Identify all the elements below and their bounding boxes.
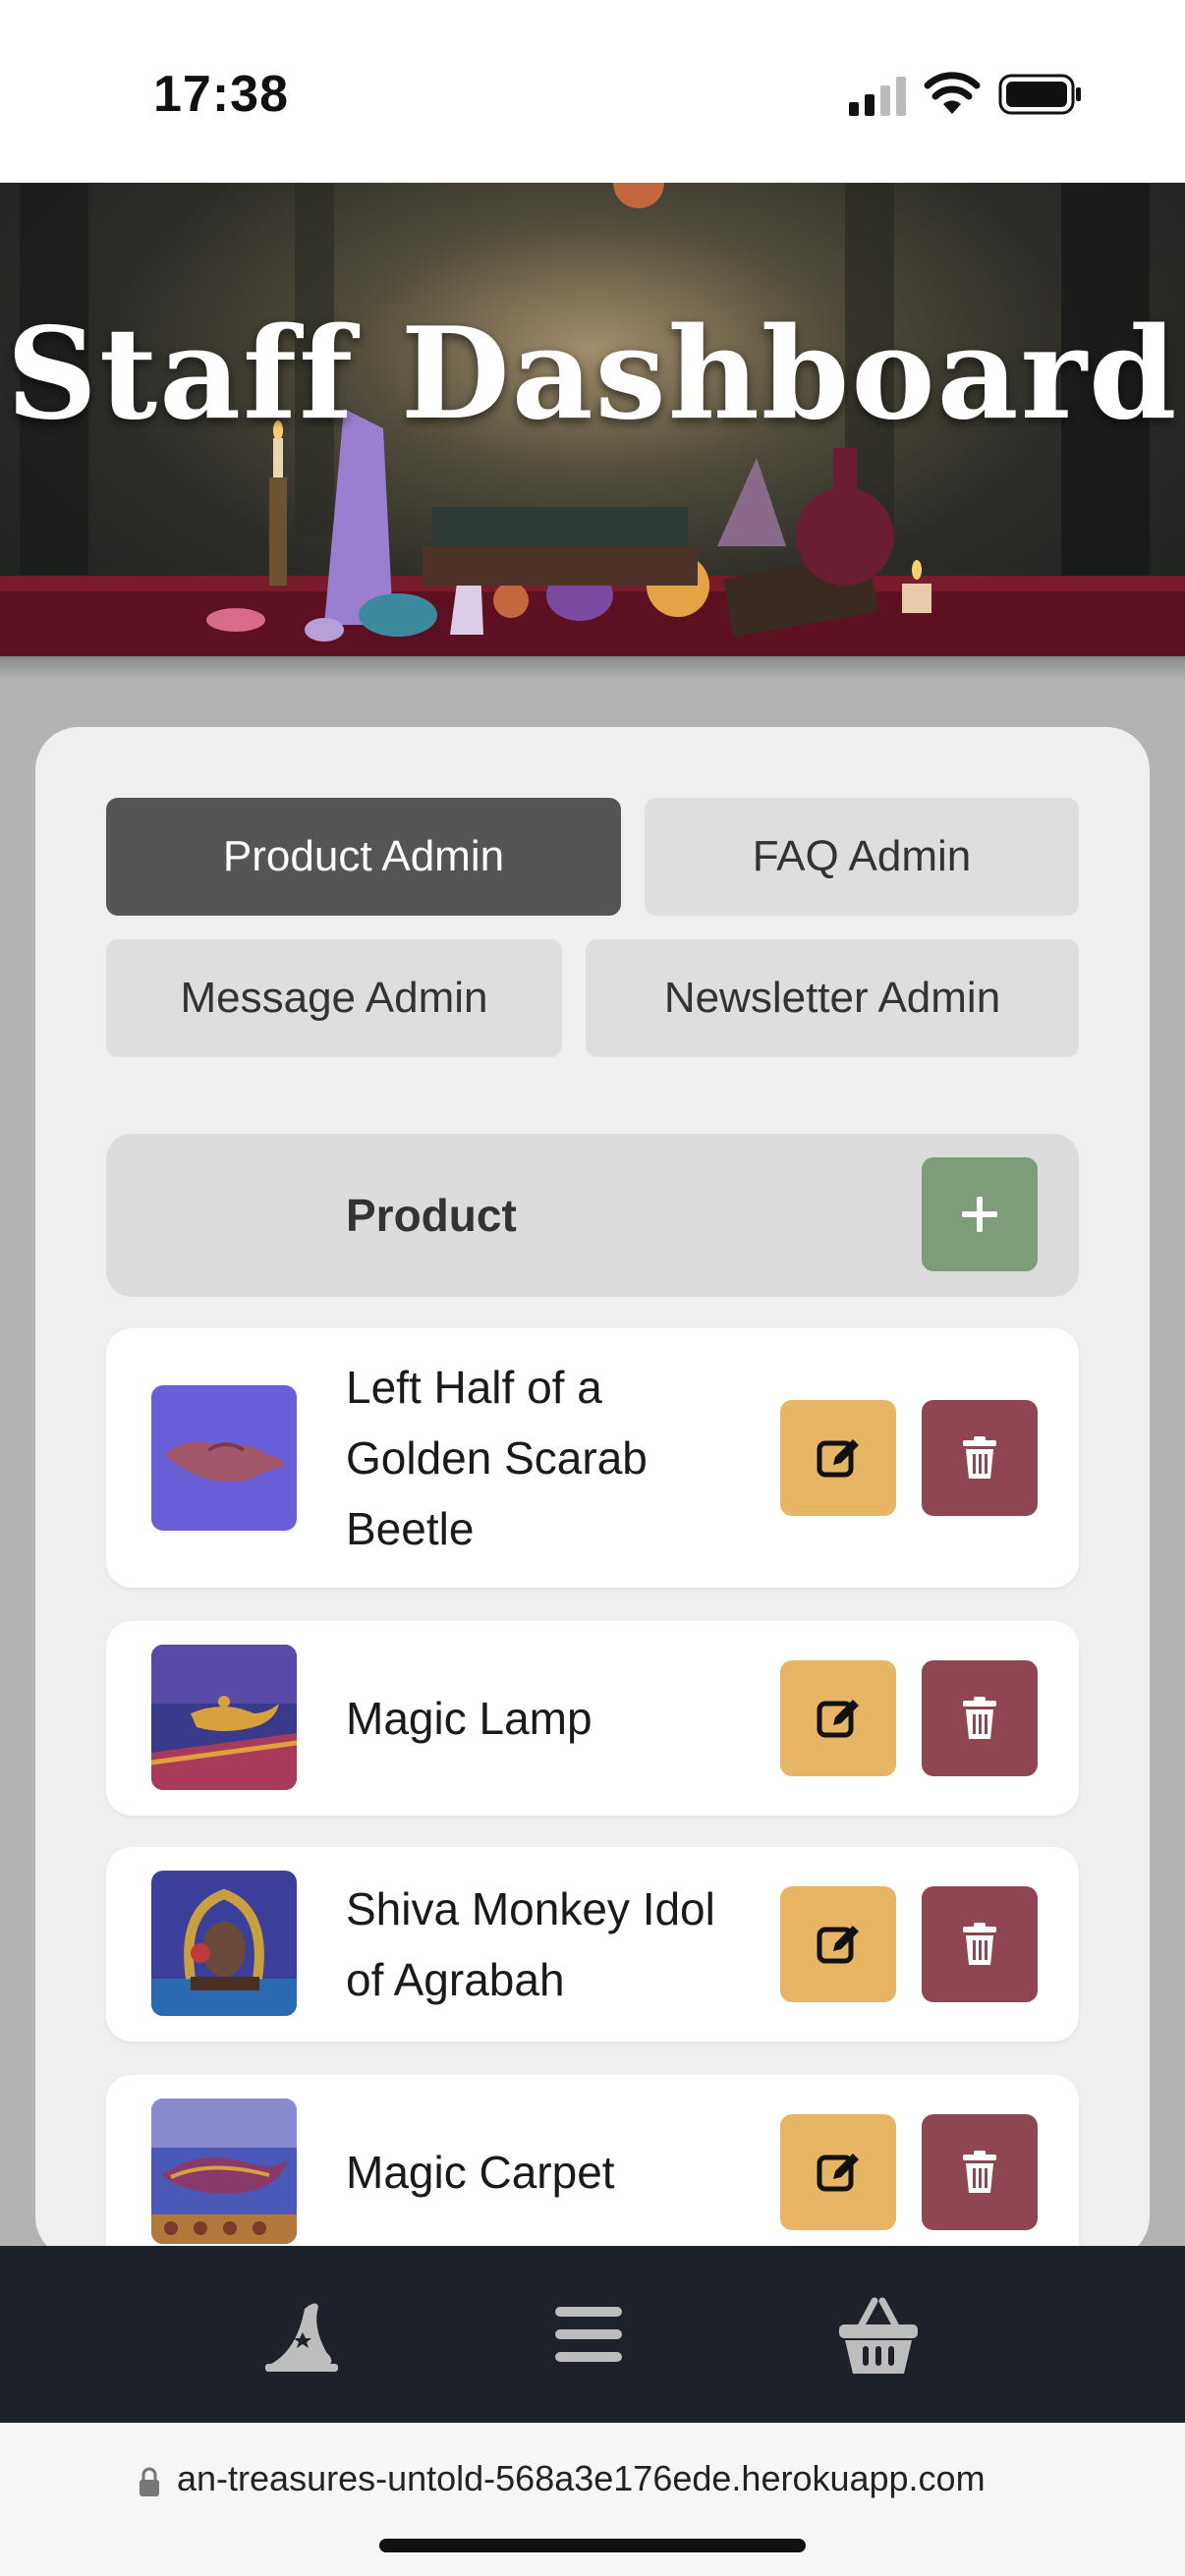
product-row: Magic Lamp bbox=[106, 1621, 1079, 1816]
product-row: Left Half of a Golden Scarab Beetle bbox=[106, 1328, 1079, 1588]
status-bar: 17:38 bbox=[0, 0, 1185, 183]
tab-newsletter-admin[interactable]: Newsletter Admin bbox=[586, 939, 1079, 1057]
product-name: Magic Carpet bbox=[346, 2147, 615, 2198]
trash-icon bbox=[963, 2151, 996, 2193]
trash-icon bbox=[963, 1436, 996, 1479]
product-section-header: Product bbox=[106, 1134, 1079, 1297]
bottom-nav bbox=[0, 2246, 1185, 2423]
wizard-hat-icon[interactable] bbox=[254, 2287, 348, 2381]
edit-icon bbox=[817, 2154, 859, 2192]
edit-icon bbox=[817, 1926, 859, 1964]
delete-product-button[interactable] bbox=[922, 2114, 1038, 2230]
edit-icon bbox=[817, 1700, 859, 1738]
menu-icon[interactable] bbox=[541, 2287, 636, 2381]
product-row: Magic Carpet bbox=[106, 2075, 1079, 2260]
url-text: an-treasures-untold-568a3e176ede.herokua… bbox=[177, 2458, 986, 2498]
lock-icon bbox=[140, 2467, 159, 2496]
page-title: Staff Dashboard bbox=[6, 301, 1179, 448]
product-thumbnail-carpet bbox=[151, 2099, 297, 2244]
hero-banner: Staff Dashboard bbox=[0, 183, 1185, 656]
add-product-button[interactable] bbox=[922, 1157, 1038, 1271]
tab-faq-admin-label: FAQ Admin bbox=[752, 832, 972, 880]
product-thumbnail-lamp bbox=[151, 1645, 297, 1790]
tab-product-admin-label: Product Admin bbox=[222, 832, 505, 880]
delete-product-button[interactable] bbox=[922, 1886, 1038, 2002]
trash-icon bbox=[963, 1697, 996, 1739]
wifi-icon bbox=[924, 72, 981, 114]
dashboard-card: Product Admin FAQ Admin Message Admin Ne… bbox=[35, 727, 1150, 2260]
product-thumbnail-scarab bbox=[151, 1385, 297, 1531]
tab-product-admin[interactable]: Product Admin bbox=[106, 798, 621, 916]
product-name: Magic Lamp bbox=[346, 1693, 592, 1744]
edit-icon bbox=[817, 1439, 859, 1478]
product-row: Shiva Monkey Idol of Agrabah bbox=[106, 1847, 1079, 2042]
product-name: Shiva Monkey Idol of Agrabah bbox=[346, 1883, 715, 2005]
trash-icon bbox=[963, 1923, 996, 1965]
home-indicator bbox=[379, 2539, 806, 2552]
tab-message-admin[interactable]: Message Admin bbox=[106, 939, 562, 1057]
edit-product-button[interactable] bbox=[780, 1660, 896, 1776]
browser-url-bar[interactable]: an-treasures-untold-568a3e176ede.herokua… bbox=[0, 2423, 1185, 2576]
tab-faq-admin[interactable]: FAQ Admin bbox=[645, 798, 1079, 916]
delete-product-button[interactable] bbox=[922, 1660, 1038, 1776]
product-section-title: Product bbox=[346, 1190, 517, 1241]
signal-icon bbox=[849, 77, 906, 116]
product-name: Left Half of a Golden Scarab Beetle bbox=[346, 1362, 648, 1554]
plus-icon bbox=[962, 1197, 997, 1232]
delete-product-button[interactable] bbox=[922, 1400, 1038, 1516]
edit-product-button[interactable] bbox=[780, 2114, 896, 2230]
tab-message-admin-label: Message Admin bbox=[180, 974, 488, 1022]
tab-newsletter-admin-label: Newsletter Admin bbox=[663, 974, 1001, 1022]
status-time: 17:38 bbox=[153, 66, 289, 123]
basket-icon[interactable] bbox=[831, 2287, 926, 2381]
hero-divider bbox=[0, 656, 1185, 680]
product-thumbnail-idol bbox=[151, 1871, 297, 2016]
edit-product-button[interactable] bbox=[780, 1886, 896, 2002]
battery-icon bbox=[998, 74, 1081, 115]
edit-product-button[interactable] bbox=[780, 1400, 896, 1516]
